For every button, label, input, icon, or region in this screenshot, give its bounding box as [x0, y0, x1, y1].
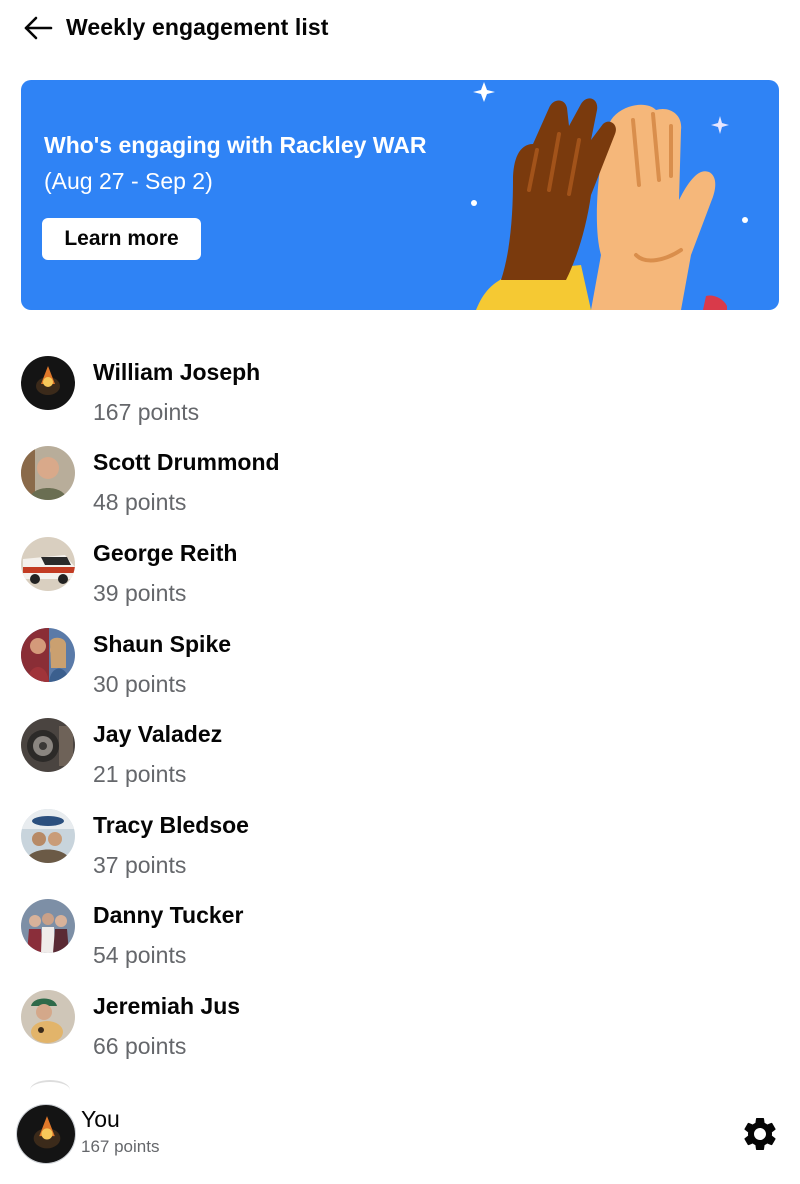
member-points: 30 points	[93, 671, 187, 697]
page-title: Weekly engagement list	[66, 14, 329, 40]
avatar	[21, 446, 75, 500]
list-item[interactable]: Shaun Spike 30 points	[0, 610, 800, 700]
member-name: George Reith	[93, 540, 238, 566]
footer-bar: You 167 points	[0, 1094, 800, 1184]
list-item[interactable]: Tracy Bledsoe 37 points	[0, 791, 800, 881]
you-avatar[interactable]	[16, 1104, 76, 1164]
arrow-left-icon	[24, 16, 53, 40]
member-points: 167 points	[93, 399, 200, 425]
list-item[interactable]: George Reith 39 points	[0, 519, 800, 609]
member-points: 48 points	[93, 489, 187, 515]
member-name: Danny Tucker	[93, 902, 244, 928]
list-item[interactable]: William Joseph 167 points	[0, 338, 800, 428]
member-points: 37 points	[93, 852, 187, 878]
avatar	[21, 718, 75, 772]
avatar	[21, 899, 75, 953]
avatar	[21, 990, 75, 1044]
list-item[interactable]: Jeremiah Jus 66 points	[0, 972, 800, 1062]
member-name: Scott Drummond	[93, 449, 280, 475]
member-name: William Joseph	[93, 359, 261, 385]
member-points: 39 points	[93, 580, 187, 606]
list-item[interactable]: Jay Valadez 21 points	[0, 700, 800, 790]
avatar	[21, 628, 75, 682]
member-name: Tracy Bledsoe	[93, 812, 249, 838]
avatar	[21, 537, 75, 591]
list-item[interactable]: Danny Tucker 54 points	[0, 881, 800, 971]
you-points: 167 points	[81, 1137, 160, 1156]
back-button[interactable]	[20, 12, 56, 44]
you-label: You	[81, 1106, 120, 1132]
engagement-banner: Who's engaging with Rackley WAR (Aug 27 …	[21, 80, 779, 310]
learn-more-button[interactable]: Learn more	[42, 218, 201, 260]
member-name: Shaun Spike	[93, 631, 232, 657]
list-item[interactable]: Scott Drummond 48 points	[0, 428, 800, 518]
settings-button[interactable]	[740, 1114, 780, 1154]
member-points: 21 points	[93, 761, 187, 787]
header: Weekly engagement list	[0, 0, 800, 58]
engagement-page: Weekly engagement list Who's engaging wi…	[0, 0, 800, 1184]
banner-title: Who's engaging with Rackley WAR	[44, 132, 427, 158]
avatar	[21, 809, 75, 863]
banner-date-range: (Aug 27 - Sep 2)	[44, 168, 213, 194]
member-name: Jeremiah Jus	[93, 993, 241, 1019]
gear-icon	[744, 1118, 776, 1150]
member-points: 66 points	[93, 1033, 187, 1059]
member-points: 54 points	[93, 942, 187, 968]
member-name: Jay Valadez	[93, 721, 223, 747]
high-five-illustration	[471, 82, 748, 310]
avatar	[21, 356, 75, 410]
